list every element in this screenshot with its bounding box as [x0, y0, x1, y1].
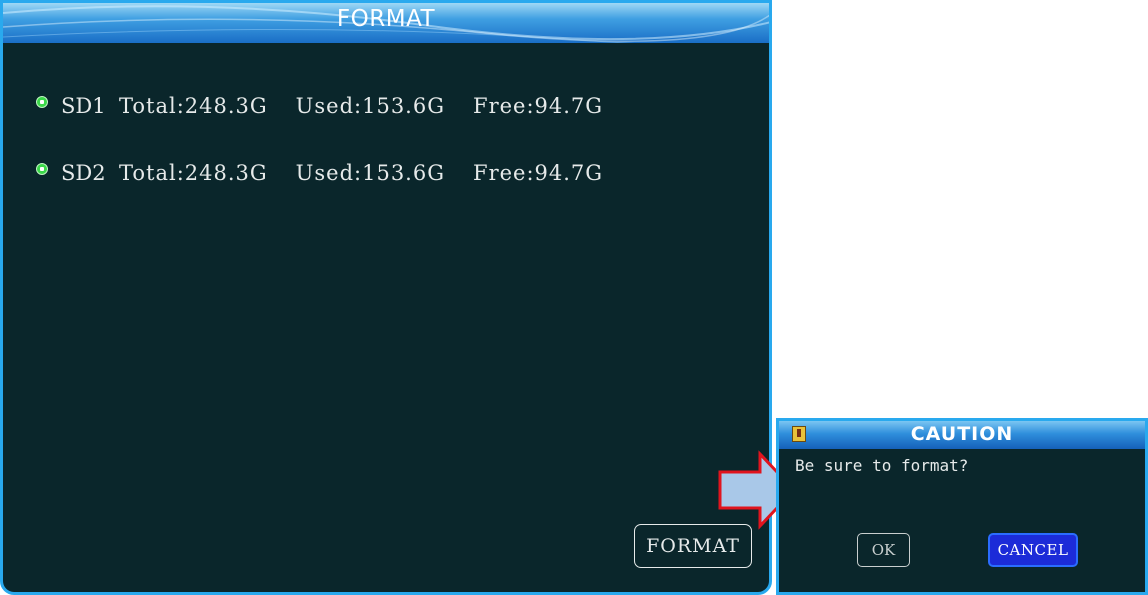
caution-dialog: CAUTION Be sure to format? OK CANCEL [776, 418, 1148, 595]
format-window: FORMAT SD1 Total:248.3G Used:153.6G Free… [0, 0, 772, 595]
disk-total: Total:248.3G [119, 161, 268, 185]
radio-selected-icon[interactable] [36, 163, 48, 175]
caution-message: Be sure to format? [795, 456, 969, 475]
radio-selected-icon[interactable] [36, 96, 48, 108]
disk-used: Used:153.6G [295, 161, 445, 185]
disk-name: SD1 [61, 94, 106, 118]
ok-button[interactable]: OK [857, 533, 910, 567]
disk-free: Free:94.7G [473, 161, 604, 185]
format-title: FORMAT [336, 6, 436, 32]
caution-title-bar: CAUTION [779, 421, 1145, 449]
disk-used: Used:153.6G [295, 94, 445, 118]
disk-total: Total:248.3G [119, 94, 268, 118]
format-title-bar: FORMAT [3, 3, 769, 43]
caution-title: CAUTION [910, 423, 1014, 445]
cancel-button[interactable]: CANCEL [988, 533, 1078, 567]
disk-name: SD2 [61, 161, 106, 185]
disk-row-sd1[interactable]: SD1 Total:248.3G Used:153.6G Free:94.7G [36, 91, 631, 121]
format-button[interactable]: FORMAT [634, 524, 752, 568]
disk-free: Free:94.7G [473, 94, 604, 118]
disk-row-sd2[interactable]: SD2 Total:248.3G Used:153.6G Free:94.7G [36, 158, 631, 188]
